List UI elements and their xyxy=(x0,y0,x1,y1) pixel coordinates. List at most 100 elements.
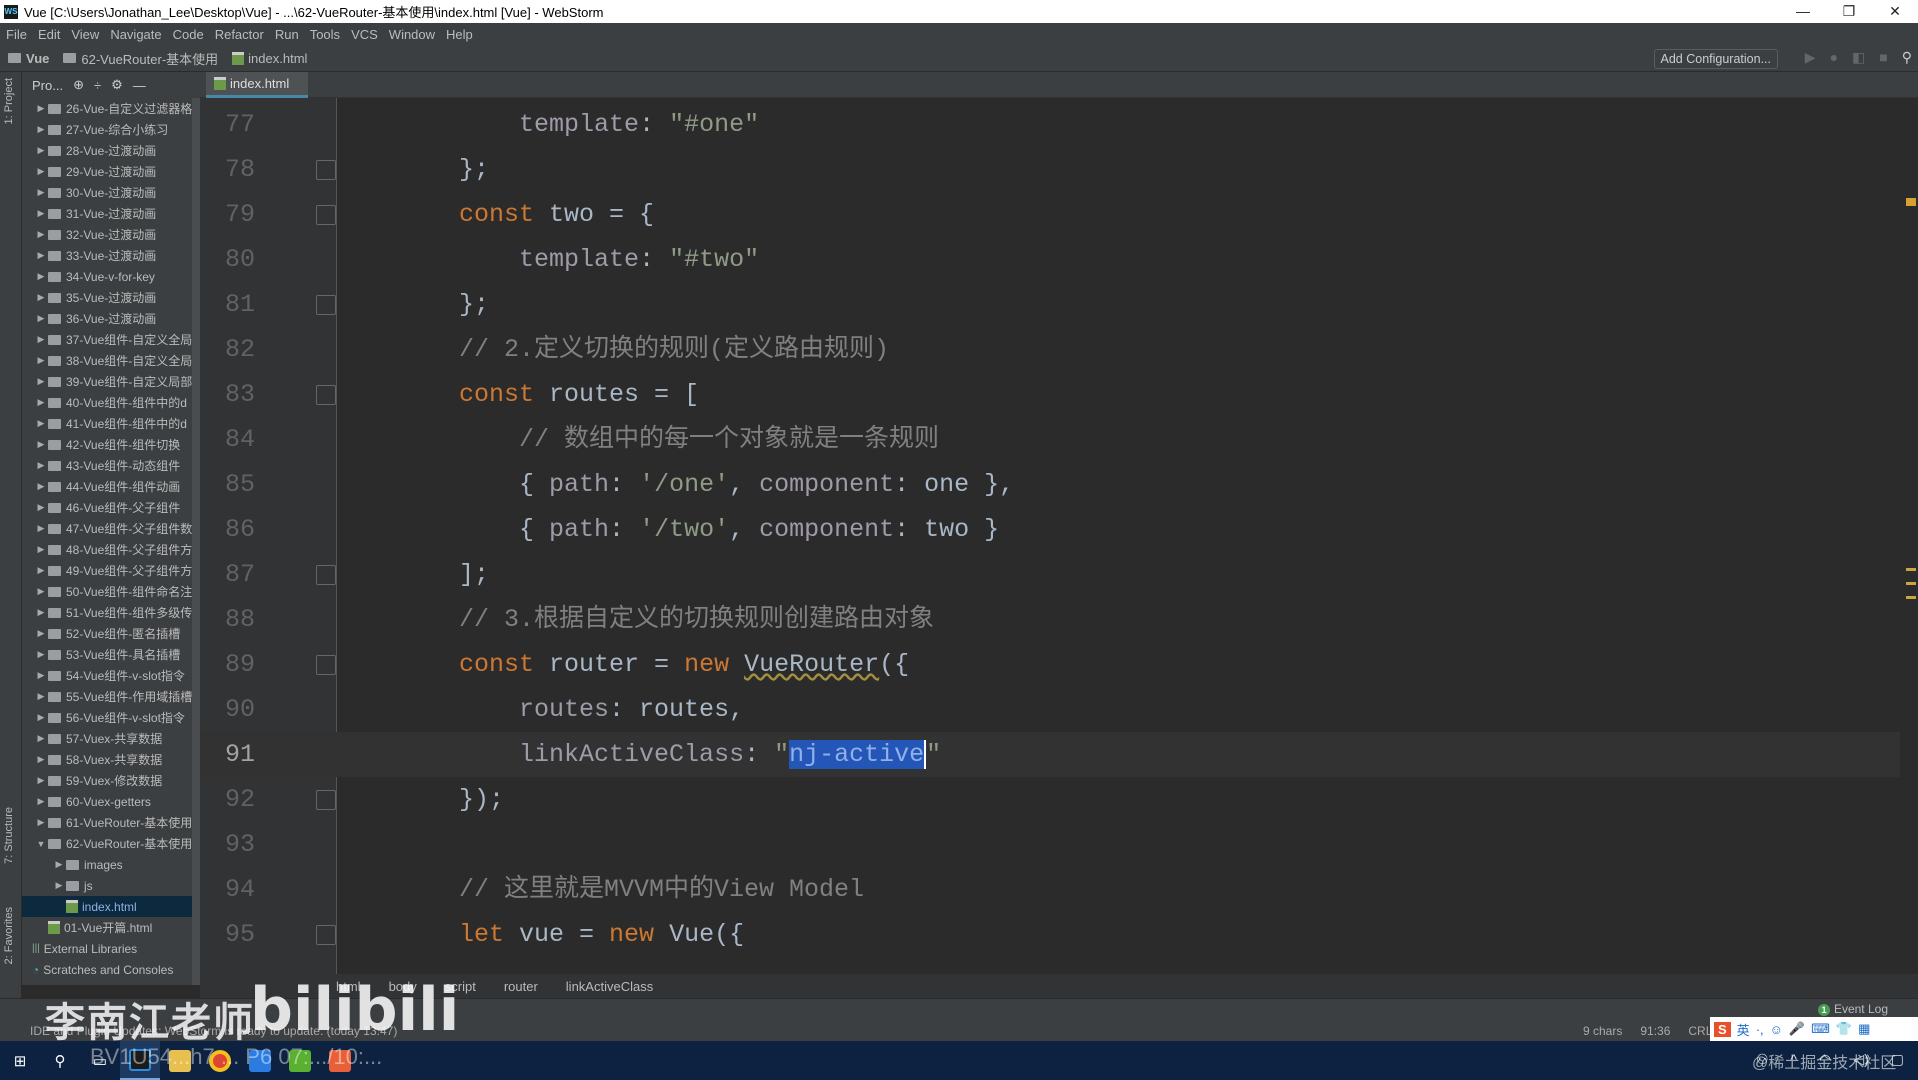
nav-crumb-file[interactable]: index.html xyxy=(232,51,307,66)
coverage-icon[interactable]: ◧ xyxy=(1852,49,1865,66)
expand-arrow-icon[interactable]: ▶ xyxy=(34,754,48,765)
code-line[interactable]: 86 { path: '/two', component: two } xyxy=(200,507,1900,552)
expand-arrow-icon[interactable]: ▶ xyxy=(34,208,48,219)
expand-arrow-icon[interactable]: ▶ xyxy=(34,796,48,807)
tree-item[interactable]: ▶31-Vue-过渡动画 xyxy=(22,203,200,224)
expand-arrow-icon[interactable]: ▶ xyxy=(34,670,48,681)
menu-refactor[interactable]: Refactor xyxy=(215,27,264,42)
expand-arrow-icon[interactable]: ▶ xyxy=(34,292,48,303)
tree-item[interactable]: ▶29-Vue-过渡动画 xyxy=(22,161,200,182)
expand-arrow-icon[interactable]: ▶ xyxy=(34,124,48,135)
fold-marker-icon[interactable] xyxy=(316,925,336,945)
tree-item[interactable]: ▶27-Vue-综合小练习 xyxy=(22,119,200,140)
code-line[interactable]: 78 }; xyxy=(200,147,1900,192)
tree-item[interactable]: ▶30-Vue-过渡动画 xyxy=(22,182,200,203)
add-configuration-button[interactable]: Add Configuration... xyxy=(1654,49,1779,69)
menu-file[interactable]: File xyxy=(6,27,27,42)
expand-arrow-icon[interactable]: ▶ xyxy=(34,313,48,324)
hide-icon[interactable]: — xyxy=(133,78,146,93)
fold-marker-icon[interactable] xyxy=(316,160,336,180)
expand-arrow-icon[interactable]: ▶ xyxy=(34,355,48,366)
fold-marker-icon[interactable] xyxy=(316,655,336,675)
fold-marker-icon[interactable] xyxy=(316,790,336,810)
tree-scrollbar[interactable] xyxy=(192,98,200,985)
expand-arrow-icon[interactable]: ▶ xyxy=(34,691,48,702)
expand-arrow-icon[interactable]: ▶ xyxy=(34,775,48,786)
tree-item[interactable]: ▶40-Vue组件-组件中的d xyxy=(22,392,200,413)
nav-crumb-project[interactable]: Vue xyxy=(8,51,49,66)
collapse-icon[interactable]: ÷ xyxy=(94,78,101,93)
warning-marker[interactable] xyxy=(1906,198,1916,206)
fold-marker-icon[interactable] xyxy=(316,205,336,225)
tree-item[interactable]: ▶48-Vue组件-父子组件方 xyxy=(22,539,200,560)
tree-item[interactable]: ▶49-Vue组件-父子组件方 xyxy=(22,560,200,581)
tree-item[interactable]: ▶35-Vue-过渡动画 xyxy=(22,287,200,308)
project-view-selector[interactable]: Pro... xyxy=(32,78,63,93)
breadcrumb-router[interactable]: router xyxy=(504,979,538,994)
code-line[interactable]: 93 xyxy=(200,822,1900,867)
tree-item[interactable]: ▶55-Vue组件-作用域插槽 xyxy=(22,686,200,707)
tree-item[interactable]: ◔Scratches and Consoles xyxy=(22,959,200,980)
marker[interactable] xyxy=(1906,582,1916,585)
run-icon[interactable]: ▶ xyxy=(1805,49,1816,66)
tree-item[interactable]: ▶33-Vue-过渡动画 xyxy=(22,245,200,266)
expand-arrow-icon[interactable]: ▶ xyxy=(34,166,48,177)
nav-crumb-folder[interactable]: 62-VueRouter-基本使用 xyxy=(63,49,218,68)
menu-help[interactable]: Help xyxy=(446,27,473,42)
tree-item[interactable]: ▶32-Vue-过渡动画 xyxy=(22,224,200,245)
expand-arrow-icon[interactable]: ▶ xyxy=(34,607,48,618)
menu-view[interactable]: View xyxy=(71,27,99,42)
tree-item[interactable]: ▶images xyxy=(22,854,200,875)
tree-item[interactable]: ▶53-Vue组件-具名插槽 xyxy=(22,644,200,665)
expand-arrow-icon[interactable]: ▶ xyxy=(34,586,48,597)
code-line[interactable]: 92 }); xyxy=(200,777,1900,822)
structure-tool-button[interactable]: 7: Structure xyxy=(3,807,15,864)
code-line[interactable]: 94 // 这里就是MVVM中的View Model xyxy=(200,867,1900,912)
expand-arrow-icon[interactable]: ▶ xyxy=(34,817,48,828)
debug-icon[interactable]: ● xyxy=(1830,49,1838,66)
tree-item[interactable]: ▶44-Vue组件-组件动画 xyxy=(22,476,200,497)
tree-item[interactable]: ▶41-Vue组件-组件中的d xyxy=(22,413,200,434)
tree-item[interactable]: |||External Libraries xyxy=(22,938,200,959)
menu-window[interactable]: Window xyxy=(389,27,435,42)
expand-arrow-icon[interactable]: ▶ xyxy=(34,502,48,513)
menu-code[interactable]: Code xyxy=(173,27,204,42)
ime-language[interactable]: 英 xyxy=(1737,1020,1750,1039)
expand-arrow-icon[interactable]: ▶ xyxy=(34,145,48,156)
expand-arrow-icon[interactable]: ▶ xyxy=(34,376,48,387)
expand-arrow-icon[interactable]: ▶ xyxy=(52,880,66,891)
locate-icon[interactable]: ⊕ xyxy=(73,77,84,93)
menu-tools[interactable]: Tools xyxy=(310,27,340,42)
code-line[interactable]: 88 // 3.根据自定义的切换规则创建路由对象 xyxy=(200,597,1900,642)
expand-arrow-icon[interactable]: ▶ xyxy=(52,859,66,870)
tree-item[interactable]: ▶58-Vuex-共享数据 xyxy=(22,749,200,770)
expand-arrow-icon[interactable]: ▶ xyxy=(34,544,48,555)
microphone-icon[interactable]: 🎤 xyxy=(1789,1021,1805,1037)
code-line[interactable]: 95 let vue = new Vue({ xyxy=(200,912,1900,957)
expand-arrow-icon[interactable]: ▶ xyxy=(34,481,48,492)
code-line[interactable]: 83 const routes = [ xyxy=(200,372,1900,417)
code-line[interactable]: 81 }; xyxy=(200,282,1900,327)
emoji-icon[interactable]: ☺ xyxy=(1770,1022,1783,1037)
expand-arrow-icon[interactable]: ▼ xyxy=(34,839,48,849)
menu-edit[interactable]: Edit xyxy=(38,27,60,42)
stop-icon[interactable]: ■ xyxy=(1879,49,1887,66)
marker[interactable] xyxy=(1906,568,1916,571)
tree-item[interactable]: ▶57-Vuex-共享数据 xyxy=(22,728,200,749)
code-line[interactable]: 91 linkActiveClass: "nj-active" xyxy=(200,732,1900,777)
expand-arrow-icon[interactable]: ▶ xyxy=(34,334,48,345)
code-line[interactable]: 90 routes: routes, xyxy=(200,687,1900,732)
code-line[interactable]: 79 const two = { xyxy=(200,192,1900,237)
toolbox-icon[interactable]: ▦ xyxy=(1858,1021,1870,1037)
breadcrumb-linkActiveClass[interactable]: linkActiveClass xyxy=(566,979,653,994)
restore-button[interactable]: ❐ xyxy=(1826,0,1872,23)
minimize-button[interactable]: — xyxy=(1780,0,1826,23)
tree-item[interactable]: ▶59-Vuex-修改数据 xyxy=(22,770,200,791)
tree-item[interactable]: ▶61-VueRouter-基本使用 xyxy=(22,812,200,833)
code-editor[interactable]: 77 template: "#one"78 };79 const two = {… xyxy=(200,98,1918,985)
tree-item[interactable]: ▶26-Vue-自定义过滤器格 xyxy=(22,98,200,119)
expand-arrow-icon[interactable]: ▶ xyxy=(34,229,48,240)
tree-item[interactable]: ▼62-VueRouter-基本使用 xyxy=(22,833,200,854)
expand-arrow-icon[interactable]: ▶ xyxy=(34,103,48,114)
tree-item[interactable]: ▶52-Vue组件-匿名插槽 xyxy=(22,623,200,644)
